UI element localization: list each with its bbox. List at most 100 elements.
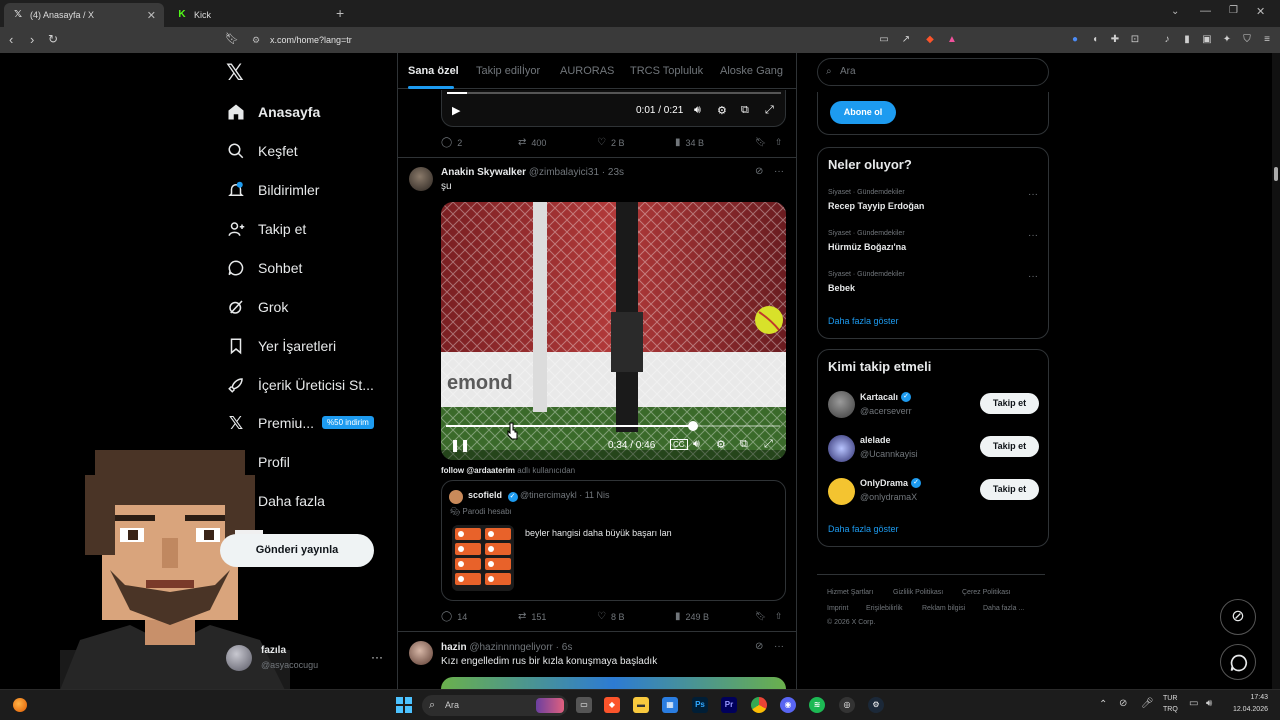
music-icon[interactable]: ♪ — [1161, 34, 1173, 46]
scrollbar-thumb[interactable] — [1274, 167, 1278, 181]
footer-link[interactable]: Reklam bilgisi — [922, 605, 965, 612]
reply-button[interactable]: ◯ 14 — [441, 611, 467, 622]
spotify-icon[interactable]: ≋ — [809, 697, 825, 713]
like-button[interactable]: ♡ 2 B — [597, 137, 624, 148]
search-input[interactable]: ⌕ Ara — [817, 58, 1049, 86]
chrome-icon[interactable] — [751, 697, 767, 713]
trend-more-icon[interactable]: ··· — [1028, 230, 1038, 241]
steam-icon[interactable]: ⚙ — [868, 697, 884, 713]
new-tab-icon[interactable]: + — [336, 5, 344, 21]
clock-date[interactable]: 12.04.2026 — [1226, 706, 1268, 713]
photoshop-icon[interactable]: Ps — [692, 697, 708, 713]
trends-show-more[interactable]: Daha fazla göster — [828, 316, 899, 326]
share-icon[interactable]: ⇧ — [775, 611, 783, 622]
footer-link[interactable]: Çerez Politikası — [962, 589, 1011, 596]
footer-link[interactable]: Imprint — [827, 605, 848, 612]
follow-button[interactable]: Takip et — [980, 479, 1039, 500]
play-icon[interactable]: ▶ — [452, 104, 460, 117]
tab-x-home[interactable]: 𝕏 (4) Anasayfa / X ✕ — [4, 3, 164, 27]
cast-icon[interactable]: ▭ — [878, 34, 890, 46]
trend-more-icon[interactable]: ··· — [1028, 189, 1038, 200]
subscribe-button[interactable]: Abone ol — [830, 101, 896, 124]
tray-chevron-icon[interactable]: ⌃ — [1099, 699, 1107, 710]
suggestion-avatar[interactable] — [828, 435, 855, 462]
app-icon[interactable]: ◎ — [839, 697, 855, 713]
post2-author[interactable]: hazin @hazinnnngeliyorr · 6s — [441, 642, 572, 653]
quoted-image[interactable] — [452, 525, 514, 591]
post1-author[interactable]: Anakin Skywalker @zimbalayici31 · 23s — [441, 167, 624, 178]
grok-float-button[interactable]: ⊘ — [1220, 599, 1256, 635]
file-explorer-icon[interactable]: ▬ — [633, 697, 649, 713]
volume-icon[interactable]: 🔊︎ — [694, 104, 701, 117]
grok-post-icon[interactable]: ⊘ — [755, 641, 763, 652]
footer-link[interactable]: Erişilebilirlik — [866, 605, 903, 612]
suggestion-avatar[interactable] — [828, 391, 855, 418]
grok-post-icon[interactable]: ⊘ — [755, 166, 763, 177]
tab-kick[interactable]: K Kick — [168, 3, 328, 27]
reply-button[interactable]: ◯ 2 — [441, 137, 462, 148]
post2-avatar[interactable] — [409, 641, 433, 665]
sidebar-icon[interactable]: ▮ — [1181, 34, 1193, 46]
attribution-link[interactable]: follow @ardaaterim — [441, 466, 515, 475]
close-window-icon[interactable]: ✕ — [1256, 5, 1265, 18]
input-language[interactable]: TUR — [1163, 695, 1177, 702]
footer-link[interactable]: Daha fazla ... — [983, 605, 1024, 612]
wallet-icon[interactable]: ▣ — [1201, 34, 1213, 46]
settings-icon[interactable]: ⚙ — [717, 104, 727, 117]
bookmark-icon[interactable]: 🔖︎ — [225, 32, 239, 45]
nav-explore[interactable]: Keşfet — [226, 138, 298, 164]
vpn-icon[interactable]: ⛉ — [1241, 34, 1253, 46]
url-field[interactable]: ⚙ x.com/home?lang=tr — [248, 31, 968, 49]
store-icon[interactable]: ▦ — [662, 697, 678, 713]
nav-bookmarks[interactable]: Yer İşaretleri — [226, 333, 336, 359]
pip-icon[interactable]: ⧉ — [741, 104, 749, 117]
back-icon[interactable]: ‹ — [9, 32, 13, 47]
clock-time[interactable]: 17:43 — [1230, 694, 1268, 701]
x-home-logo-icon[interactable]: 𝕏 — [226, 60, 244, 86]
suggestion-name[interactable]: OnlyDrama ✓ — [860, 478, 922, 488]
video-progress-track[interactable] — [447, 92, 781, 94]
bookmark-icon[interactable]: 🔖︎ — [755, 611, 766, 622]
trend-item[interactable]: Bebek — [828, 283, 855, 293]
tab-for-you[interactable]: Sana özel — [408, 65, 459, 77]
like-button[interactable]: ♡ 8 B — [597, 611, 624, 622]
premiere-icon[interactable]: Pr — [721, 697, 737, 713]
puzzle-icon[interactable]: ✚ — [1109, 34, 1121, 46]
account-more-icon[interactable]: ··· — [371, 650, 383, 664]
windows-start-icon[interactable] — [396, 697, 412, 713]
share-icon[interactable]: ↗ — [900, 34, 912, 46]
leo-ai-icon[interactable]: ✦ — [1221, 34, 1233, 46]
volume-icon[interactable]: 🔊︎ — [693, 438, 700, 451]
tray-display-icon[interactable]: ▭ — [1189, 698, 1198, 709]
nav-follow[interactable]: Takip et — [226, 216, 306, 242]
screenshot-icon[interactable]: ⊡ — [1129, 34, 1141, 46]
follow-button[interactable]: Takip et — [980, 436, 1039, 457]
close-tab-icon[interactable]: ✕ — [147, 9, 156, 22]
brave-browser-icon[interactable]: ◆ — [604, 697, 620, 713]
who-to-follow-show-more[interactable]: Daha fazla göster — [828, 524, 899, 534]
tab-trcs[interactable]: TRCS Topluluk — [630, 65, 703, 77]
settings-icon[interactable]: ⚙ — [716, 438, 726, 451]
pip-icon[interactable]: ⧉ — [740, 438, 748, 451]
follow-button[interactable]: Takip et — [980, 393, 1039, 414]
trend-item[interactable]: Recep Tayyip Erdoğan — [828, 201, 924, 211]
suggestion-name[interactable]: alelade — [860, 435, 891, 445]
video-progress-track[interactable] — [446, 421, 780, 431]
nav-grok[interactable]: Grok — [226, 294, 288, 320]
trend-item[interactable]: Hürmüz Boğazı'na — [828, 242, 906, 252]
suggestion-name[interactable]: Kartacalı ✓ — [860, 392, 912, 402]
discord-icon[interactable]: ◉ — [780, 697, 796, 713]
brave-rewards-icon[interactable]: ▲ — [946, 34, 958, 46]
audio-icon[interactable]: ◖ — [1089, 34, 1101, 46]
task-view-icon[interactable]: ▭ — [576, 697, 592, 713]
suggestion-avatar[interactable] — [828, 478, 855, 505]
fullscreen-icon[interactable]: ⤢ — [764, 438, 773, 451]
post2-media[interactable] — [441, 677, 786, 689]
post1-avatar[interactable] — [409, 167, 433, 191]
post-more-icon[interactable]: ··· — [774, 166, 784, 177]
tab-following[interactable]: Takip edilİyor — [476, 65, 540, 77]
reload-icon[interactable]: ↻ — [48, 32, 58, 46]
fullscreen-icon[interactable]: ⤢ — [765, 104, 774, 117]
views-button[interactable]: ▮ 249 B — [675, 611, 709, 622]
pause-icon[interactable]: ❚❚ — [450, 438, 470, 452]
